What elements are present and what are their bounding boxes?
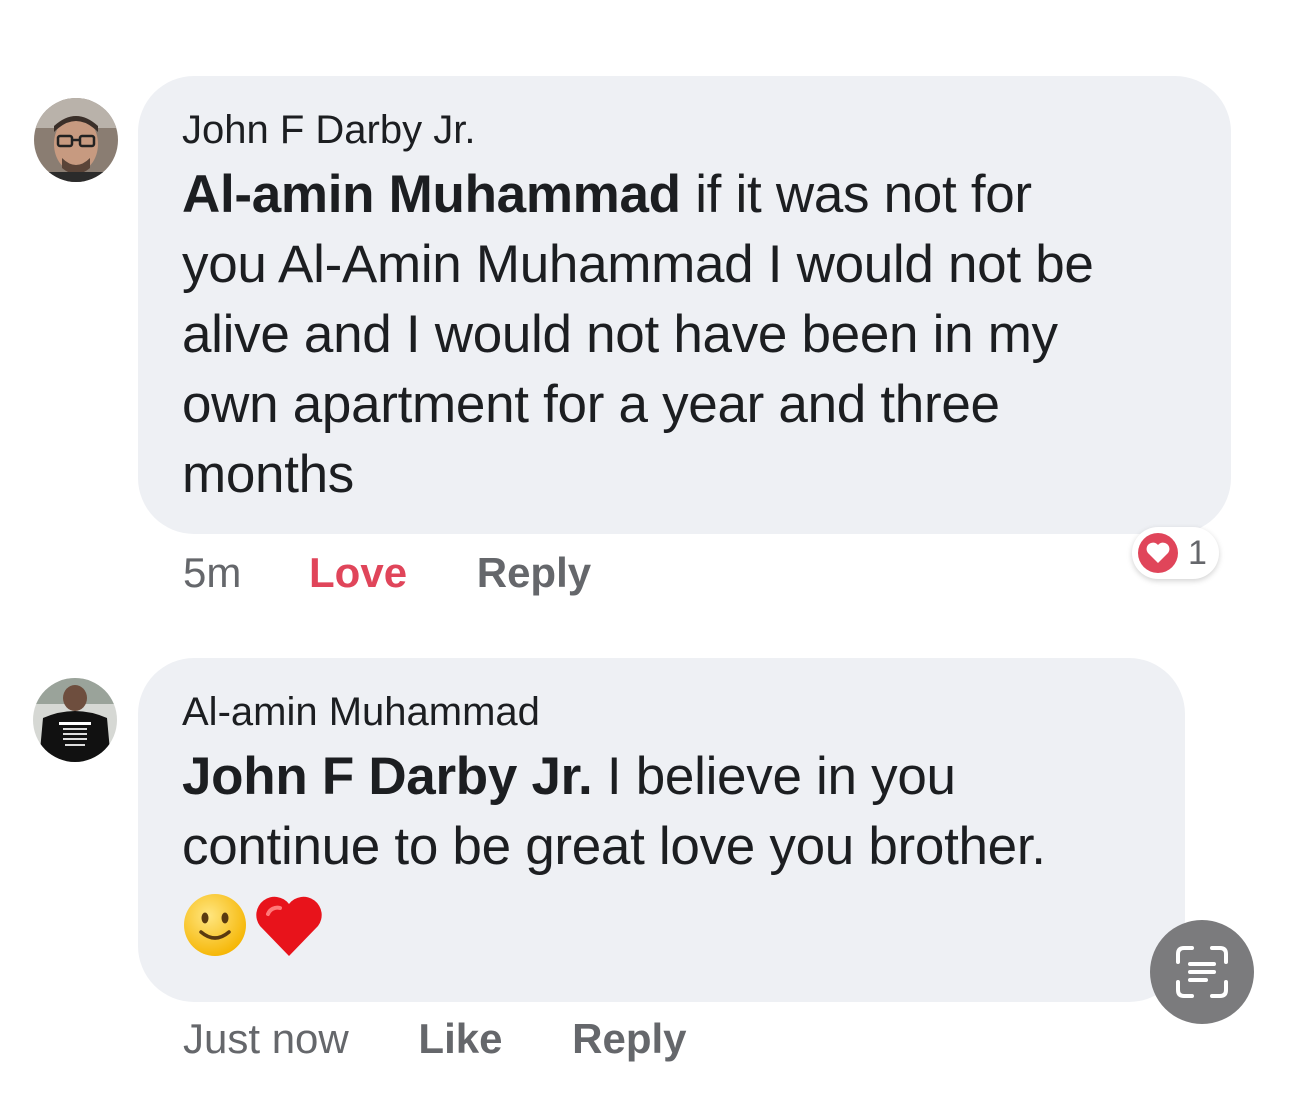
comment-text-line: if it was not for bbox=[680, 165, 1032, 224]
comment-timestamp[interactable]: Just now bbox=[183, 1014, 349, 1064]
comment-text-line: months bbox=[182, 445, 355, 504]
comment-bubble: John F Darby Jr. Al-amin Muhammad if it … bbox=[138, 76, 1231, 534]
comment-actions: Just now Like Reply bbox=[183, 1014, 687, 1064]
comment-text-line: alive and I would not have been in my bbox=[182, 305, 1058, 364]
comment-author[interactable]: John F Darby Jr. bbox=[182, 110, 1191, 150]
avatar[interactable] bbox=[34, 98, 118, 182]
comment-text-line: continue to be great love you brother. bbox=[182, 817, 1046, 876]
like-button[interactable]: Like bbox=[418, 1014, 502, 1064]
reply-button[interactable]: Reply bbox=[572, 1014, 686, 1064]
comment-text-line: I believe in you bbox=[592, 747, 956, 806]
slightly-smiling-face-icon bbox=[184, 894, 246, 956]
red-heart-icon bbox=[256, 896, 322, 956]
reaction-count: 1 bbox=[1188, 533, 1207, 572]
comment-author[interactable]: Al-amin Muhammad bbox=[182, 692, 1145, 732]
comment-text: John F Darby Jr. I believe in you contin… bbox=[182, 742, 1145, 882]
man-in-black-shirt-avatar bbox=[33, 678, 117, 762]
live-text-button[interactable] bbox=[1150, 920, 1254, 1024]
man-with-glasses-avatar bbox=[34, 98, 118, 182]
love-button[interactable]: Love bbox=[309, 548, 407, 598]
comment-bubble: Al-amin Muhammad John F Darby Jr. I beli… bbox=[138, 658, 1185, 1002]
emoji-row bbox=[182, 892, 1145, 958]
mention-link[interactable]: John F Darby Jr. bbox=[182, 747, 593, 806]
comment-text: Al-amin Muhammad if it was not for you A… bbox=[182, 160, 1191, 510]
mention-link[interactable]: Al-amin Muhammad bbox=[182, 165, 681, 224]
reaction-badge[interactable]: 1 bbox=[1132, 527, 1219, 579]
comment-text-line: you Al-Amin Muhammad I would not be bbox=[182, 235, 1094, 294]
comment-text-line: own apartment for a year and three bbox=[182, 375, 1000, 434]
text-scan-icon bbox=[1176, 946, 1228, 998]
comment-actions: 5m Love Reply bbox=[183, 548, 591, 598]
avatar[interactable] bbox=[33, 678, 117, 762]
reply-button[interactable]: Reply bbox=[477, 548, 591, 598]
comment-timestamp[interactable]: 5m bbox=[183, 548, 241, 598]
heart-icon bbox=[1138, 533, 1178, 573]
